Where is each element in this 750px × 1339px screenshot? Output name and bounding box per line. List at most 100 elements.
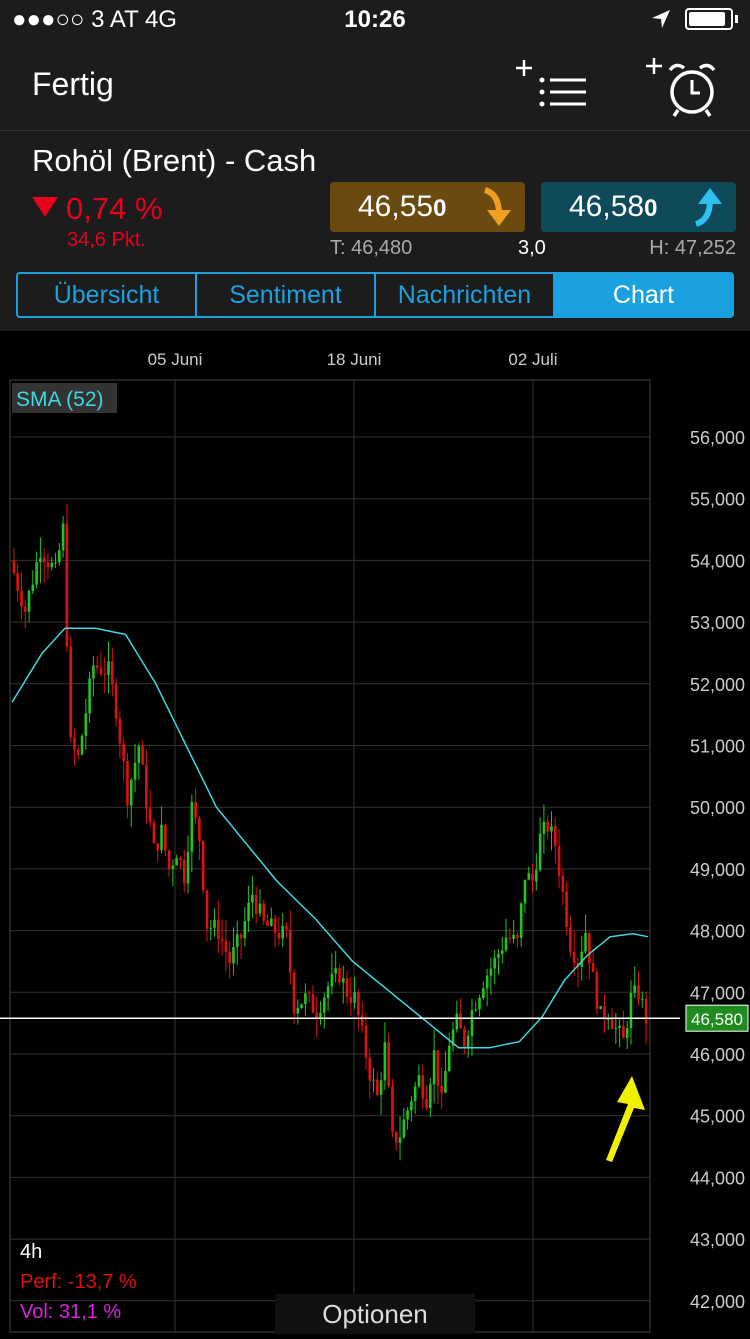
candle	[13, 560, 16, 573]
sell-button[interactable]: 46,550	[330, 182, 525, 232]
options-button[interactable]: Optionen	[275, 1294, 475, 1334]
candle	[50, 563, 53, 567]
chart-area[interactable]: 56,00055,00054,00053,00052,00051,00050,0…	[0, 332, 750, 1334]
candle	[236, 934, 239, 947]
y-tick-label: 52,000	[690, 675, 745, 695]
candle	[444, 1071, 447, 1093]
current-price-label: 46,580	[691, 1010, 743, 1029]
add-watchlist-icon[interactable]	[512, 56, 592, 116]
candle	[100, 668, 103, 674]
location-arrow-icon	[651, 9, 671, 29]
instrument-name: Rohöl (Brent) - Cash	[32, 143, 316, 179]
candle	[92, 665, 95, 678]
candle	[471, 1010, 474, 1036]
candle	[395, 1132, 398, 1143]
candle	[96, 665, 99, 668]
candle	[615, 1028, 618, 1029]
indicator-legend: SMA (52)	[16, 388, 104, 411]
candle	[565, 892, 568, 927]
candle	[353, 992, 356, 1003]
candle	[505, 938, 508, 951]
candle	[262, 904, 265, 921]
candle	[599, 1006, 602, 1009]
candle	[558, 846, 561, 876]
status-bar: ●●●○○ 3 AT 4G 10:26	[0, 0, 750, 42]
candle	[456, 1013, 459, 1029]
candle	[168, 851, 171, 870]
candle	[531, 873, 534, 881]
status-right	[651, 8, 738, 30]
candle	[535, 870, 538, 881]
candle	[191, 802, 194, 852]
candle	[172, 865, 175, 869]
done-button[interactable]: Fertig	[32, 66, 114, 103]
candle	[232, 947, 235, 963]
candle	[463, 1028, 466, 1047]
spread: 3,0	[518, 237, 546, 260]
candle	[365, 1026, 368, 1058]
add-alarm-icon[interactable]	[642, 56, 722, 120]
candle	[217, 920, 220, 939]
candle	[580, 952, 583, 967]
candle	[85, 713, 88, 735]
candle	[126, 761, 129, 806]
candle	[244, 921, 247, 938]
candle	[645, 999, 648, 1024]
battery-tip	[735, 15, 738, 23]
candle	[225, 941, 228, 952]
candle	[421, 1075, 424, 1099]
buy-arrow-icon	[690, 186, 726, 228]
candle	[312, 994, 315, 1013]
candle	[213, 920, 216, 928]
chart-frame	[10, 380, 650, 1332]
candle	[527, 873, 530, 879]
tab-chart[interactable]: Chart	[555, 274, 732, 316]
candle	[493, 958, 496, 969]
instrument-header: Rohöl (Brent) - Cash 0,74 % 34,6 Pkt. 46…	[0, 131, 750, 331]
candle	[300, 1004, 303, 1008]
candle	[35, 562, 38, 584]
candle	[183, 860, 186, 883]
change-percent: 0,74 %	[32, 191, 163, 227]
candle	[259, 904, 262, 914]
buy-button[interactable]: 46,580	[541, 182, 736, 232]
candle	[588, 933, 591, 963]
perf-label: Perf: -13,7 %	[20, 1271, 137, 1293]
y-tick-label: 46,000	[690, 1045, 745, 1065]
interval-label: 4h	[20, 1241, 42, 1263]
candle	[251, 895, 254, 903]
candle	[622, 1026, 625, 1038]
candle	[20, 591, 23, 607]
sma-line	[12, 628, 648, 1048]
candle	[297, 1008, 300, 1014]
candle	[73, 737, 76, 749]
candle	[626, 1028, 629, 1038]
candle	[141, 746, 144, 765]
tab-bar: Übersicht Sentiment Nachrichten Chart	[16, 272, 734, 318]
candle	[293, 972, 296, 1013]
candle	[266, 921, 269, 926]
change-percent-value: 0,74 %	[66, 191, 163, 226]
candle	[323, 998, 326, 1013]
tab-sentiment[interactable]: Sentiment	[197, 274, 376, 316]
candle	[156, 843, 159, 850]
candle	[54, 562, 57, 563]
candle	[637, 985, 640, 999]
tab-overview[interactable]: Übersicht	[18, 274, 197, 316]
candle	[501, 950, 504, 954]
candle	[403, 1119, 406, 1137]
candle	[596, 972, 599, 1009]
candle	[88, 679, 91, 714]
candle	[406, 1110, 409, 1119]
candle	[376, 1080, 379, 1095]
candle	[274, 919, 277, 933]
tab-news[interactable]: Nachrichten	[376, 274, 555, 316]
candle	[490, 968, 493, 975]
candle	[512, 935, 515, 939]
candle	[338, 968, 341, 982]
candle	[357, 992, 360, 1015]
candle	[130, 780, 133, 806]
price-chart[interactable]: 56,00055,00054,00053,00052,00051,00050,0…	[0, 332, 750, 1334]
candle	[281, 926, 284, 939]
candle	[380, 1080, 383, 1095]
